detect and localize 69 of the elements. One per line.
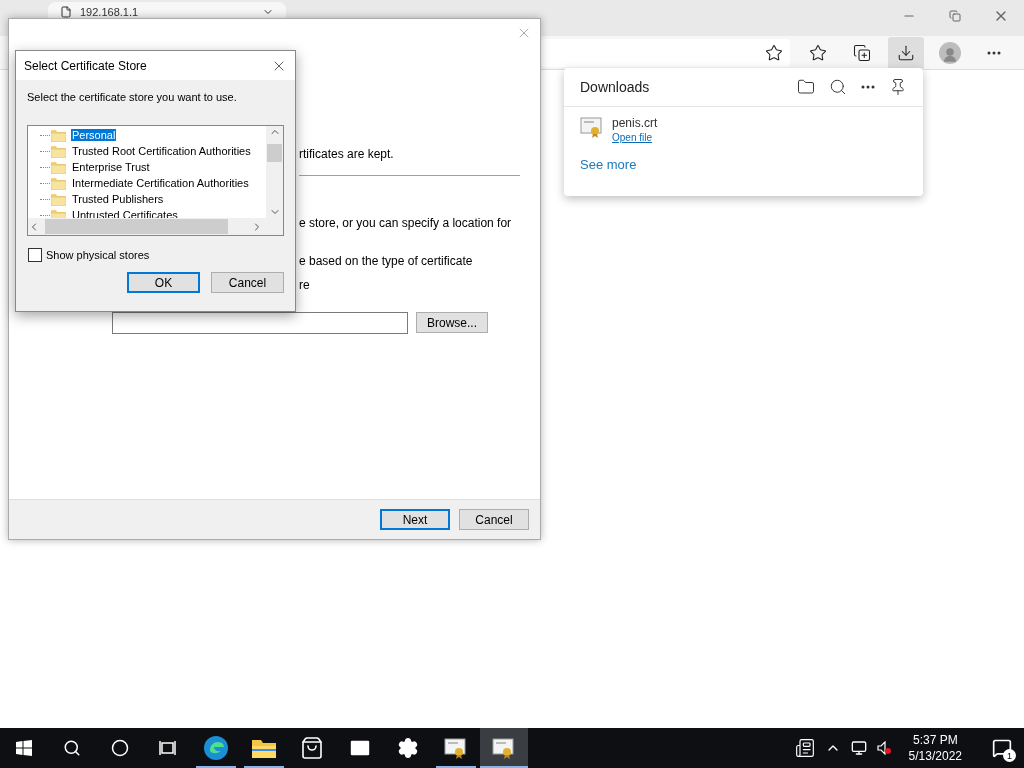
- instruction-text: e store, or you can specify a location for: [299, 216, 513, 230]
- muted-volume-icon: [876, 741, 891, 755]
- browser-tab[interactable]: 192.168.1.1: [48, 2, 286, 18]
- certificate-import-icon: [492, 737, 516, 759]
- scroll-thumb[interactable]: [45, 219, 228, 234]
- settings-icon: [397, 737, 419, 759]
- scroll-thumb[interactable]: [267, 144, 282, 162]
- clock[interactable]: 5:37 PM 5/13/2022: [908, 732, 962, 764]
- open-folder-button[interactable]: [797, 78, 815, 96]
- toolbar-button[interactable]: [888, 36, 924, 69]
- tab-title: 192.168.1.1: [80, 6, 140, 18]
- panel-title: Downloads: [580, 79, 651, 95]
- search-icon: [63, 739, 81, 757]
- network-icon: [850, 740, 867, 756]
- task-view-icon: [159, 740, 177, 756]
- add-favorite-icon: [765, 43, 783, 62]
- notification-count: 1: [1003, 749, 1016, 762]
- checkbox-label: Show physical stores: [46, 249, 150, 261]
- folder-icon: [51, 128, 66, 142]
- store-bag-icon: [300, 736, 324, 760]
- store-item[interactable]: Trusted Root Certification Authorities: [71, 145, 252, 157]
- news-icon: [794, 738, 815, 758]
- file-name: penis.crt: [612, 116, 658, 130]
- open-file-link[interactable]: Open file: [612, 132, 658, 143]
- wizard-button[interactable]: Cancel: [459, 509, 529, 530]
- dialog-button[interactable]: Cancel: [211, 272, 284, 293]
- store-item[interactable]: Intermediate Certification Authorities: [71, 177, 250, 189]
- dialog-prompt: Select the certificate store you want to use.: [27, 91, 238, 103]
- more-button[interactable]: [861, 85, 875, 89]
- dialog-title: Select Certificate Store: [24, 58, 147, 73]
- certificate-file-icon: [580, 116, 604, 138]
- browse-button[interactable]: Browse...: [416, 312, 488, 333]
- folder-icon: [51, 160, 66, 174]
- instruction-text: rtificates are kept.: [299, 147, 395, 161]
- folder-icon: [251, 737, 277, 759]
- wizard-button[interactable]: Next: [380, 509, 450, 530]
- pin-button[interactable]: [889, 78, 907, 96]
- download-icon: [897, 43, 915, 62]
- edge-browser-icon: [203, 735, 229, 761]
- favorites-icon: [809, 43, 827, 62]
- checkbox[interactable]: [28, 248, 42, 262]
- search-button[interactable]: [829, 78, 847, 96]
- store-item[interactable]: Personal: [71, 129, 117, 141]
- see-more-link[interactable]: See more: [580, 157, 637, 172]
- store-item[interactable]: Trusted Publishers: [71, 193, 165, 205]
- avatar-icon: [939, 41, 961, 64]
- restore-icon: [949, 10, 961, 22]
- instruction-text: e based on the type of certificate: [299, 254, 474, 268]
- vertical-scrollbar[interactable]: [266, 126, 283, 218]
- folder-icon: [51, 192, 66, 206]
- store-item[interactable]: Enterprise Trust: [71, 161, 151, 173]
- horizontal-scrollbar[interactable]: [28, 218, 283, 235]
- folder-icon: [51, 176, 66, 190]
- store-field[interactable]: [112, 312, 408, 334]
- instruction-text: re: [299, 278, 311, 292]
- dialog-button[interactable]: OK: [127, 272, 200, 293]
- more-icon: [987, 50, 1001, 55]
- folder-icon: [51, 144, 66, 158]
- more-icon: [861, 85, 875, 89]
- collections-icon: [853, 43, 871, 62]
- windows-logo-icon: [16, 740, 32, 756]
- certificate-icon: [444, 737, 468, 759]
- message-icon: [992, 738, 1012, 758]
- notifications-button[interactable]: 1: [980, 728, 1024, 768]
- taskbar-app-button[interactable]: [480, 728, 528, 768]
- page-icon: [60, 6, 72, 18]
- date-text: 5/13/2022: [908, 748, 962, 764]
- circle-icon: [111, 739, 129, 757]
- time-text: 5:37 PM: [912, 732, 958, 748]
